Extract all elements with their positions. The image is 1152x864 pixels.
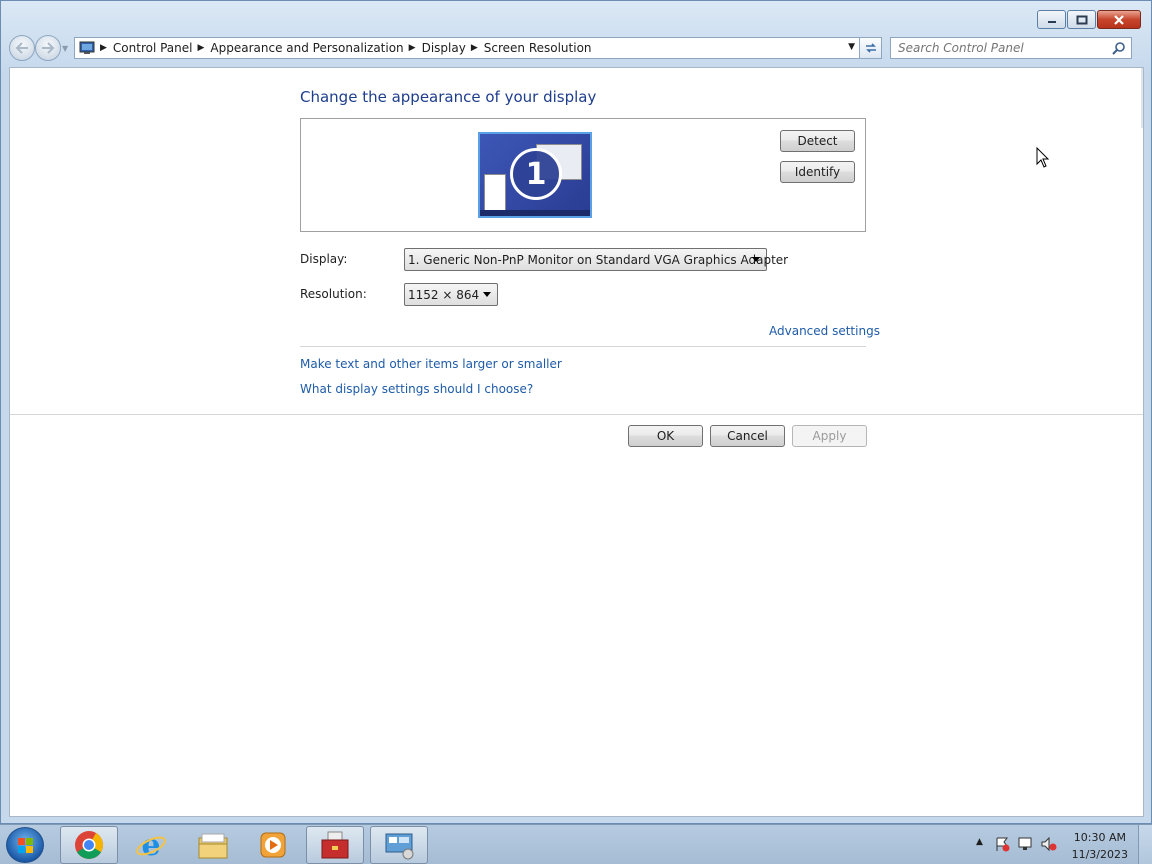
text-size-link[interactable]: Make text and other items larger or smal… xyxy=(300,357,562,371)
taskbar-display-settings[interactable] xyxy=(370,826,428,864)
breadcrumb-display[interactable]: Display xyxy=(422,41,466,55)
address-dropdown-icon[interactable]: ▼ xyxy=(848,42,855,52)
resolution-label: Resolution: xyxy=(300,287,367,301)
taskbar-chrome[interactable] xyxy=(60,826,118,864)
monitor-arrangement-area: 1 Detect Identify xyxy=(300,118,866,232)
control-panel-window: ▼ ▶ Control Panel ▶ Appearance and Perso… xyxy=(0,0,1152,824)
minimize-button[interactable] xyxy=(1037,10,1066,29)
restore-icon xyxy=(1076,15,1087,24)
network-icon[interactable] xyxy=(1017,836,1033,852)
maximize-button[interactable] xyxy=(1067,10,1096,29)
breadcrumb-separator-icon[interactable]: ▶ xyxy=(100,43,107,53)
preview-taskbar-graphic xyxy=(480,210,590,216)
forward-button[interactable] xyxy=(35,35,61,61)
clock-date[interactable]: 11/3/2023 xyxy=(1072,848,1128,861)
monitor-number-badge: 1 xyxy=(510,148,562,200)
display-select-value: 1. Generic Non-PnP Monitor on Standard V… xyxy=(408,252,789,267)
media-player-icon xyxy=(260,832,286,858)
chevron-down-icon xyxy=(483,292,491,297)
breadcrumb-control-panel[interactable]: Control Panel xyxy=(113,41,193,55)
search-input[interactable] xyxy=(898,41,1098,55)
apply-button[interactable]: Apply xyxy=(792,425,867,447)
close-icon xyxy=(1114,14,1124,25)
breadcrumb-separator-icon[interactable]: ▶ xyxy=(198,43,205,53)
navigation-bar: ▼ ▶ Control Panel ▶ Appearance and Perso… xyxy=(9,35,1143,61)
cancel-button[interactable]: Cancel xyxy=(710,425,785,447)
system-tray: ▲ 10:30 AM 11/3/2023 xyxy=(962,825,1152,864)
display-settings-icon xyxy=(385,833,414,860)
taskbar-media-player[interactable] xyxy=(244,826,302,864)
display-settings-help-link[interactable]: What display settings should I choose? xyxy=(300,382,533,396)
svg-text:e: e xyxy=(141,829,160,861)
ok-button[interactable]: OK xyxy=(628,425,703,447)
refresh-button[interactable] xyxy=(860,37,882,59)
show-hidden-icons-icon[interactable]: ▲ xyxy=(976,837,983,847)
display-select[interactable]: 1. Generic Non-PnP Monitor on Standard V… xyxy=(404,248,788,271)
clock-time[interactable]: 10:30 AM xyxy=(1074,831,1126,844)
breadcrumb-appearance[interactable]: Appearance and Personalization xyxy=(210,41,403,55)
breadcrumb-separator-icon[interactable]: ▶ xyxy=(409,43,416,53)
preview-sidebar-graphic xyxy=(484,174,506,212)
taskbar-toolbox[interactable] xyxy=(306,826,364,864)
footer-divider xyxy=(10,414,1143,415)
taskbar: e ▲ 10:30 AM 11/3/2023 xyxy=(0,824,1152,864)
caption-buttons xyxy=(1036,10,1141,29)
volume-muted-icon[interactable] xyxy=(1040,836,1058,852)
monitor-1-thumbnail[interactable]: 1 xyxy=(478,132,592,218)
back-arrow-icon xyxy=(15,42,28,54)
detect-button[interactable]: Detect xyxy=(780,130,855,152)
toolbox-icon xyxy=(321,831,349,859)
mouse-cursor-icon xyxy=(1036,147,1050,168)
identify-button[interactable]: Identify xyxy=(780,161,855,183)
refresh-icon xyxy=(865,43,876,53)
back-button[interactable] xyxy=(9,35,35,61)
resolution-select-value: 1152 × 864 xyxy=(408,287,480,302)
forward-arrow-icon xyxy=(42,42,55,54)
minimize-icon xyxy=(1047,20,1056,23)
taskbar-internet-explorer[interactable]: e xyxy=(122,826,180,864)
file-explorer-icon xyxy=(198,833,228,859)
chrome-icon xyxy=(75,831,103,859)
divider xyxy=(300,346,866,347)
scrollbar-edge xyxy=(1141,68,1143,128)
control-panel-icon xyxy=(79,41,95,54)
breadcrumb-separator-icon[interactable]: ▶ xyxy=(471,43,478,53)
chevron-down-icon xyxy=(752,257,760,262)
search-icon[interactable] xyxy=(1112,41,1126,55)
display-label: Display: xyxy=(300,252,348,266)
page-title: Change the appearance of your display xyxy=(300,88,597,106)
internet-explorer-icon: e xyxy=(136,829,166,861)
close-button[interactable] xyxy=(1097,10,1141,29)
action-center-flag-icon[interactable] xyxy=(994,836,1010,852)
address-bar[interactable]: ▶ Control Panel ▶ Appearance and Persona… xyxy=(74,37,860,59)
advanced-settings-link[interactable]: Advanced settings xyxy=(769,324,880,338)
taskbar-file-explorer[interactable] xyxy=(184,826,242,864)
start-button[interactable] xyxy=(6,827,44,863)
resolution-select[interactable]: 1152 × 864 xyxy=(404,283,498,306)
screen-resolution-panel: Change the appearance of your display 1 … xyxy=(9,67,1144,817)
search-box[interactable] xyxy=(890,37,1132,59)
show-desktop-button[interactable] xyxy=(1138,825,1152,864)
windows-logo-icon xyxy=(18,838,33,853)
breadcrumb-screen-resolution[interactable]: Screen Resolution xyxy=(484,41,592,55)
recent-pages-chevron-icon[interactable]: ▼ xyxy=(62,44,72,53)
